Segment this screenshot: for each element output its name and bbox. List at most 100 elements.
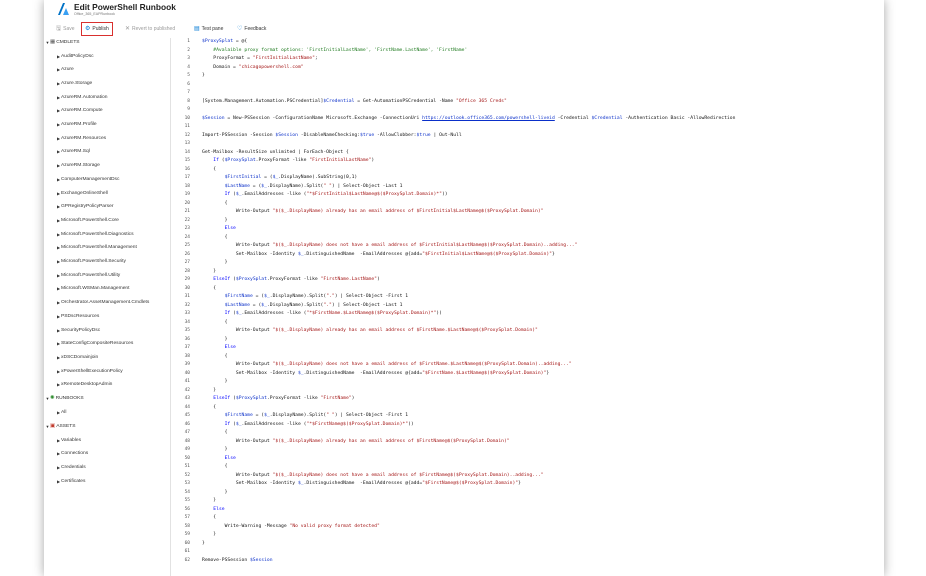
code-line[interactable]: $ProxySplat = @{ bbox=[202, 38, 247, 47]
code-line[interactable]: Domain = "chicagopowershell.com" bbox=[202, 64, 303, 73]
code-line[interactable]: [System.Management.Automation.PSCredenti… bbox=[202, 98, 507, 107]
code-line[interactable]: { bbox=[202, 319, 228, 328]
code-line[interactable]: Else bbox=[202, 455, 236, 464]
tree-item-module[interactable]: ▶ Orchestrator.AssetManagement.Cmdlets bbox=[56, 299, 149, 307]
tree-item-module[interactable]: ▶ Microsoft.WSMan.Management bbox=[56, 285, 130, 293]
tree-item-asset[interactable]: ▶ Connections bbox=[56, 450, 88, 458]
tree-item-module[interactable]: ▶ Azure.Storage bbox=[56, 79, 92, 87]
tree-item-module[interactable]: ▶ ExchangeOnlineShell bbox=[56, 189, 108, 197]
code-line[interactable]: ElseIf ($ProxySplat.ProxyFormat -like "F… bbox=[202, 395, 354, 404]
line-number: 62 bbox=[184, 557, 190, 563]
code-line[interactable]: Write-Output "$($_.DisplayName) already … bbox=[202, 327, 538, 336]
code-line[interactable]: { bbox=[202, 353, 228, 362]
code-line[interactable]: Get-Mailbox -ResultSize unlimited | ForE… bbox=[202, 149, 349, 158]
tree-item-module[interactable]: ▶ Microsoft.PowerShell.Security bbox=[56, 258, 126, 266]
publish-button[interactable]: ⚙ Publish bbox=[81, 22, 113, 36]
code-line[interactable]: $Session = New-PSSession -ConfigurationN… bbox=[202, 115, 735, 124]
tree-item-module[interactable]: ▶ SecurityPolicyDsc bbox=[56, 326, 100, 334]
tree-item-asset[interactable]: ▶ Certificates bbox=[56, 477, 86, 485]
code-line[interactable]: $LastName = ($_.DisplayName).Split(".") … bbox=[202, 302, 403, 311]
code-line[interactable]: $FirstInitial = ($_.DisplayName).SubStri… bbox=[202, 174, 358, 183]
code-line[interactable]: $LastName = ($_.DisplayName).Split(" ") … bbox=[202, 183, 403, 192]
save-button[interactable]: 🖫 Save bbox=[56, 22, 75, 36]
line-number: 61 bbox=[184, 549, 190, 554]
tree-item-module[interactable]: ▶ xPowerShellExecutionPolicy bbox=[56, 367, 123, 375]
line-number: 56 bbox=[184, 506, 190, 512]
code-line[interactable]: Import-PSSession -Session $Session -Disa… bbox=[202, 132, 462, 141]
tree-section-runbooks[interactable]: ▼ ✺ RUNBOOKS bbox=[45, 394, 84, 402]
tree-item-module[interactable]: ▶ AzureRM.Resources bbox=[56, 134, 106, 142]
tree-item-module[interactable]: ▶ xRemoteDesktopAdmin bbox=[56, 381, 112, 389]
code-line[interactable]: Set-Mailbox -Identity $_.DistinguishedNa… bbox=[202, 480, 521, 489]
code-line[interactable]: } bbox=[202, 268, 216, 277]
code-line[interactable]: } bbox=[202, 531, 216, 540]
tree-item-module[interactable]: ▶ ComputerManagementDsc bbox=[56, 175, 120, 183]
code-line[interactable]: } bbox=[202, 387, 216, 396]
feedback-button[interactable]: ♡ Feedback bbox=[237, 22, 266, 36]
code-line[interactable]: Write-Output "$($_.DisplayName) does not… bbox=[202, 242, 578, 251]
tree-item-module[interactable]: ▶ xDSCDomainjoin bbox=[56, 353, 98, 361]
line-number: 26 bbox=[184, 251, 190, 257]
code-line[interactable]: } bbox=[202, 378, 228, 387]
tree-item-module[interactable]: ▶ AzureRM.Automation bbox=[56, 93, 108, 101]
code-line[interactable]: Set-Mailbox -Identity $_.DistinguishedNa… bbox=[202, 370, 549, 379]
code-line[interactable]: { bbox=[202, 429, 228, 438]
code-line[interactable]: Write-Output "$($_.DisplayName) already … bbox=[202, 438, 510, 447]
tree-item-module[interactable]: ▶ Microsoft.PowerShell.Core bbox=[56, 216, 119, 224]
code-line[interactable]: { bbox=[202, 404, 216, 413]
code-line[interactable]: #Avalaible proxy format options: 'FirstI… bbox=[202, 47, 467, 56]
tree-item-module[interactable]: ▶ Azure bbox=[56, 66, 74, 74]
tree-item-runbooks-all[interactable]: ▶ All bbox=[56, 408, 66, 416]
code-line[interactable]: } bbox=[202, 497, 216, 506]
code-line[interactable]: } bbox=[202, 540, 205, 549]
tree-item-module[interactable]: ▶ AzureRM.Profile bbox=[56, 121, 97, 129]
tree-item-module[interactable]: ▶ AzureRM.Compute bbox=[56, 107, 103, 115]
tree-item-module[interactable]: ▶ StateConfigCompositeResources bbox=[56, 340, 133, 348]
code-line[interactable]: If ($_.EmailAddresses -like ("*$FirstNam… bbox=[202, 421, 414, 430]
line-number: 29 bbox=[184, 277, 190, 282]
code-line[interactable]: } bbox=[202, 217, 228, 226]
code-line[interactable]: { bbox=[202, 285, 216, 294]
code-line[interactable]: If ($_.EmailAddresses -like ("*$FirstNam… bbox=[202, 310, 442, 319]
code-line[interactable]: Else bbox=[202, 506, 224, 515]
code-line[interactable]: { bbox=[202, 514, 216, 523]
code-line[interactable]: ProxyFormat = "FirstInitialLastName"; bbox=[202, 55, 317, 64]
tree-item-module[interactable]: ▶ AuditPolicyDsc bbox=[56, 52, 94, 60]
test-pane-button[interactable]: ▤ Test pane bbox=[194, 22, 223, 36]
tree-section-cmdlets[interactable]: ▼ ▦ CMDLETS bbox=[45, 38, 80, 46]
code-line[interactable]: Remove-PSSession $Session bbox=[202, 557, 273, 566]
code-line[interactable]: } bbox=[202, 72, 205, 81]
code-line[interactable]: Write-Warning -Message "No valid proxy f… bbox=[202, 523, 380, 532]
code-editor[interactable]: 1 2 3 4 5 6 7 8 9 10 11 12 13 14 15 16 17 18 19 20 21 22 23 24 2… bbox=[172, 38, 884, 576]
tree-item-module[interactable]: ▶ GPRegistryPolicyParser bbox=[56, 203, 114, 211]
tree-item-module[interactable]: ▶ PSDscResources bbox=[56, 312, 99, 320]
tree-item-module[interactable]: ▶ AzureRM.Storage bbox=[56, 162, 100, 170]
code-line[interactable]: } bbox=[202, 489, 228, 498]
tree-item-module[interactable]: ▶ Microsoft.PowerShell.Management bbox=[56, 244, 137, 252]
code-line[interactable]: Write-Output "$($_.DisplayName) does not… bbox=[202, 361, 572, 370]
code-line[interactable]: ElseIf ($ProxySplat.ProxyFormat -like "F… bbox=[202, 276, 380, 285]
code-line[interactable]: $FirstName = ($_.DisplayName).Split(" ")… bbox=[202, 412, 408, 421]
code-line[interactable]: } bbox=[202, 336, 228, 345]
tree-item-asset[interactable]: ▶ Credentials bbox=[56, 463, 86, 471]
tree-item-module[interactable]: ▶ AzureRM.Sql bbox=[56, 148, 90, 156]
code-line[interactable]: Else bbox=[202, 344, 236, 353]
tree-item-module[interactable]: ▶ Microsoft.PowerShell.Diagnostics bbox=[56, 230, 134, 238]
code-line[interactable]: { bbox=[202, 234, 228, 243]
code-line[interactable]: Set-Mailbox -Identity $_.DistinguishedNa… bbox=[202, 251, 555, 260]
tree-section-assets[interactable]: ▼ ▣ ASSETS bbox=[45, 422, 76, 430]
tree-item-asset[interactable]: ▶ Variables bbox=[56, 436, 81, 444]
code-line[interactable]: $FirstName = ($_.DisplayName).Split(".")… bbox=[202, 293, 408, 302]
code-line[interactable]: { bbox=[202, 200, 228, 209]
code-line[interactable]: Else bbox=[202, 225, 236, 234]
revert-to-published-button[interactable]: ✕ Revert to published bbox=[125, 22, 175, 36]
code-line[interactable]: { bbox=[202, 166, 216, 175]
code-line[interactable]: If ($ProxySplat.ProxyFormat -like "First… bbox=[202, 157, 374, 166]
code-line[interactable]: { bbox=[202, 463, 228, 472]
code-line[interactable]: Write-Output "$($_.DisplayName) does not… bbox=[202, 472, 544, 481]
tree-item-module[interactable]: ▶ Microsoft.PowerShell.Utility bbox=[56, 271, 120, 279]
code-line[interactable]: } bbox=[202, 259, 228, 268]
code-line[interactable]: If ($_.EmailAddresses -like ("*$FirstIni… bbox=[202, 191, 448, 200]
code-line[interactable]: Write-Output "$($_.DisplayName) already … bbox=[202, 208, 544, 217]
code-line[interactable]: } bbox=[202, 446, 228, 455]
